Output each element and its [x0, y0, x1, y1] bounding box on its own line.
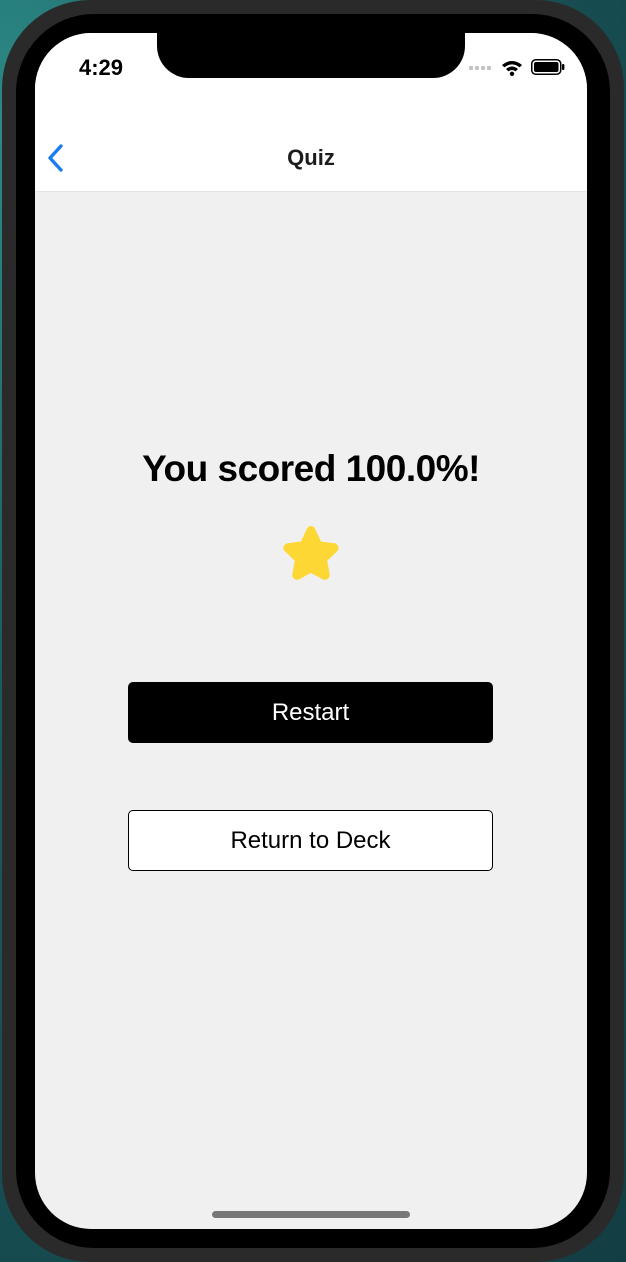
device-notch: [157, 33, 465, 78]
star-icon: [283, 526, 339, 580]
signal-icon: [469, 66, 491, 70]
navigation-bar: Quiz: [35, 111, 587, 192]
restart-button[interactable]: Restart: [128, 682, 493, 743]
status-icons: [469, 58, 565, 76]
status-bar: 4:29: [35, 33, 587, 111]
home-indicator[interactable]: [212, 1211, 410, 1218]
app-screen: 4:29 Quiz You scored 100.0%! Restart Ret…: [35, 33, 587, 1229]
battery-icon: [531, 59, 565, 75]
status-time: 4:29: [79, 55, 124, 80]
wifi-icon: [502, 60, 522, 76]
return-to-deck-button[interactable]: Return to Deck: [128, 810, 493, 871]
score-heading: You scored 100.0%!: [142, 448, 480, 489]
page-title: Quiz: [287, 145, 335, 170]
